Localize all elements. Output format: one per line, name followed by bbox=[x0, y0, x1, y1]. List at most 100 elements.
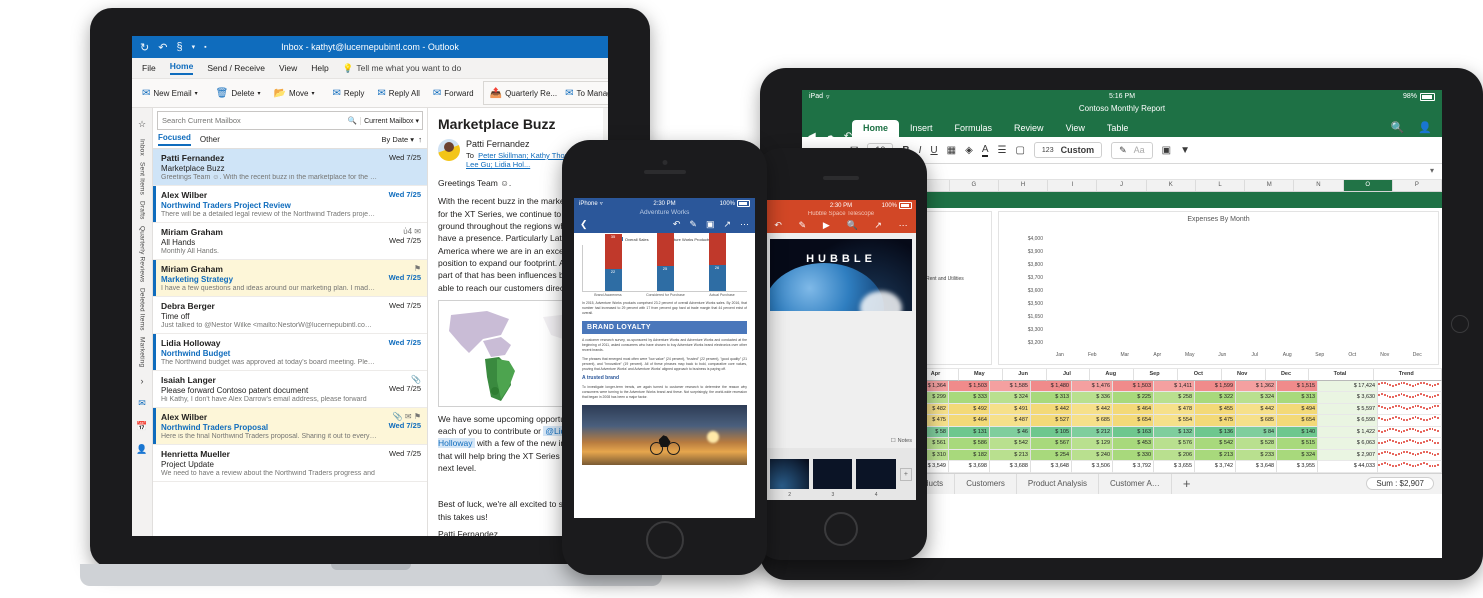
table-cell[interactable]: $ 3,955 bbox=[1277, 461, 1319, 473]
table-cell[interactable]: $ 3,648 bbox=[1030, 461, 1072, 473]
cloud-save-icon[interactable]: ☁ bbox=[825, 131, 835, 142]
table-total-cell[interactable]: $ 6,063 bbox=[1318, 438, 1379, 450]
table-cell[interactable]: $ 129 bbox=[1072, 438, 1114, 450]
tab-home[interactable]: Home bbox=[169, 61, 194, 75]
table-cell[interactable]: $ 254 bbox=[1030, 449, 1072, 461]
table-cell[interactable]: $ 567 bbox=[1030, 438, 1072, 450]
rail-label-inbox[interactable]: Inbox bbox=[139, 139, 146, 156]
search-input[interactable]: Search Current Mailbox bbox=[158, 116, 345, 125]
table-cell[interactable]: $ 515 bbox=[1277, 438, 1319, 450]
table-cell[interactable]: $ 475 bbox=[1195, 415, 1237, 427]
table-cell[interactable]: $ 46 bbox=[989, 426, 1031, 438]
formula-collapse-icon[interactable]: ▾ bbox=[1430, 166, 1434, 175]
chevron-down-icon[interactable]: ▾ bbox=[257, 90, 260, 97]
add-slide-button[interactable]: + bbox=[899, 467, 912, 481]
rail-label-sent-items[interactable]: Sent Items bbox=[139, 162, 146, 195]
table-cell[interactable]: $ 1,585 bbox=[989, 380, 1031, 392]
inbox-pin-icon[interactable]: ☆ bbox=[138, 119, 146, 130]
expenses-by-month-chart[interactable]: Expenses By Month $4,000 $3,900 $3,800 $3,7… bbox=[998, 211, 1439, 365]
table-cell[interactable]: $ 3,792 bbox=[1113, 461, 1155, 473]
tab-review[interactable]: Review bbox=[1003, 120, 1055, 137]
table-cell[interactable]: $ 1,503 bbox=[1113, 380, 1155, 392]
message-list-item[interactable]: Patti Fernandez Marketplace Buzz Greetings… bbox=[153, 149, 427, 186]
move-button[interactable]: 📂 Move ▾ bbox=[269, 85, 318, 102]
share-icon[interactable]: ↗ bbox=[874, 220, 882, 231]
home-button[interactable] bbox=[645, 521, 684, 559]
table-cell[interactable]: $ 586 bbox=[948, 438, 990, 450]
focused-other-filter[interactable]: Focused Other By Date ▾ ↑ bbox=[153, 130, 427, 149]
mail-icon[interactable]: ✉ bbox=[138, 398, 146, 409]
filter-focused[interactable]: Focused bbox=[158, 133, 191, 146]
table-cell[interactable]: $ 136 bbox=[1195, 426, 1237, 438]
tab-table[interactable]: Table bbox=[1096, 120, 1140, 137]
column-header-g[interactable]: G bbox=[950, 180, 999, 191]
table-cell[interactable]: $ 240 bbox=[1072, 449, 1114, 461]
number-format-dropdown[interactable]: 123 Custom bbox=[1033, 142, 1103, 158]
table-cell[interactable]: $ 182 bbox=[948, 449, 990, 461]
table-cell[interactable]: $ 3,742 bbox=[1195, 461, 1237, 473]
search-bar[interactable]: Search Current Mailbox 🔍 Current Mailbox… bbox=[157, 111, 423, 130]
table-total-cell[interactable]: $ 5,597 bbox=[1318, 403, 1379, 415]
undo-icon[interactable]: ↶ bbox=[774, 220, 782, 231]
table-cell[interactable]: $ 212 bbox=[1072, 426, 1114, 438]
rail-label-marketing[interactable]: Marketing bbox=[139, 337, 146, 367]
more-icon[interactable]: ⋯ bbox=[899, 220, 908, 231]
column-header-i[interactable]: I bbox=[1048, 180, 1098, 191]
table-cell[interactable]: $ 464 bbox=[948, 415, 990, 427]
column-header-j[interactable]: J bbox=[1097, 180, 1147, 191]
table-cell[interactable]: $ 213 bbox=[989, 449, 1031, 461]
share-person-icon[interactable]: 👤 bbox=[1418, 121, 1432, 134]
table-cell[interactable]: $ 491 bbox=[989, 403, 1031, 415]
table-cell[interactable]: $ 455 bbox=[1195, 403, 1237, 415]
table-cell[interactable]: $ 324 bbox=[1277, 449, 1319, 461]
add-sheet-button[interactable]: + bbox=[1172, 474, 1202, 494]
current-slide[interactable]: HUBBLE SPACE TELESCOPE bbox=[770, 239, 912, 311]
reply-button[interactable]: ✉ Reply bbox=[329, 85, 369, 102]
search-icon[interactable]: 🔍 bbox=[345, 116, 360, 125]
table-cell[interactable]: $ 213 bbox=[1195, 449, 1237, 461]
word-toolbar-actions[interactable]: ↶ ✎ ▣ ↗ ⋯ bbox=[673, 219, 749, 230]
table-cell[interactable]: $ 105 bbox=[1030, 426, 1072, 438]
sparkline-cell[interactable] bbox=[1378, 380, 1442, 392]
fill-color-icon[interactable]: ◈ bbox=[965, 145, 973, 156]
search-scope-dropdown[interactable]: Current Mailbox ▾ bbox=[360, 116, 422, 125]
table-cell[interactable]: $ 554 bbox=[1154, 415, 1196, 427]
document-page[interactable]: Overall Sales Adventure Works Products 3… bbox=[574, 233, 755, 516]
slide-thumbnail[interactable]: 2 bbox=[770, 459, 810, 498]
ink-icon[interactable]: ✎ bbox=[799, 220, 807, 231]
table-cell[interactable]: $ 1,515 bbox=[1277, 380, 1319, 392]
column-header-l[interactable]: L bbox=[1196, 180, 1246, 191]
table-total-cell[interactable]: $ 17,424 bbox=[1318, 380, 1379, 392]
table-cell[interactable]: $ 1,411 bbox=[1154, 380, 1196, 392]
slide-thumbnail[interactable]: 4 bbox=[856, 459, 896, 498]
quick-steps-gallery[interactable]: 📤Quarterly Re... ✉To Manager ✉Team Email… bbox=[482, 81, 608, 105]
sparkline-cell[interactable] bbox=[1378, 392, 1442, 404]
chevron-down-icon[interactable]: ▾ bbox=[195, 90, 198, 97]
sort-filter-icon[interactable]: ▼ bbox=[1180, 145, 1190, 156]
back-icon[interactable]: ◀ bbox=[808, 131, 816, 142]
message-list-item[interactable]: Miriam Graham All Hands Monthly All Hands.… bbox=[153, 223, 427, 260]
message-list-item[interactable]: Henrietta Mueller Project Update We need t… bbox=[153, 445, 427, 482]
slide-thumbnail[interactable]: 3 bbox=[813, 459, 853, 498]
table-cell[interactable]: $ 324 bbox=[1236, 392, 1278, 404]
message-list-item[interactable]: Alex Wilber Northwind Traders Project Rev… bbox=[153, 186, 427, 223]
table-cell[interactable]: $ 494 bbox=[1277, 403, 1319, 415]
message-list-item[interactable]: Lidia Holloway Northwind Budget The Northw… bbox=[153, 334, 427, 371]
rail-label-drafts[interactable]: Drafts bbox=[139, 201, 146, 220]
table-cell[interactable]: $ 324 bbox=[989, 392, 1031, 404]
undo-icon[interactable]: ↶ bbox=[844, 131, 852, 142]
tab-view[interactable]: View bbox=[1055, 120, 1096, 137]
tell-me-search[interactable]: 💡 Tell me what you want to do bbox=[343, 63, 461, 74]
sheet-tab-customers[interactable]: Customers bbox=[955, 473, 1017, 494]
table-cell[interactable]: $ 442 bbox=[1236, 403, 1278, 415]
search-icon[interactable]: 🔍 bbox=[1391, 121, 1405, 134]
clear-icon[interactable]: ▣ bbox=[1162, 145, 1171, 156]
table-cell[interactable]: $ 3,688 bbox=[989, 461, 1031, 473]
table-cell[interactable]: $ 132 bbox=[1154, 426, 1196, 438]
quickstep-to-manager[interactable]: ✉To Manager bbox=[561, 85, 608, 102]
table-cell[interactable]: $ 478 bbox=[1154, 403, 1196, 415]
slide-thumbnail-strip[interactable]: 2 3 4 + bbox=[766, 448, 916, 500]
message-list-item[interactable]: Miriam Graham Marketing Strategy I have a … bbox=[153, 260, 427, 297]
table-cell[interactable]: $ 84 bbox=[1236, 426, 1278, 438]
back-icon[interactable]: ❮ bbox=[580, 219, 588, 230]
